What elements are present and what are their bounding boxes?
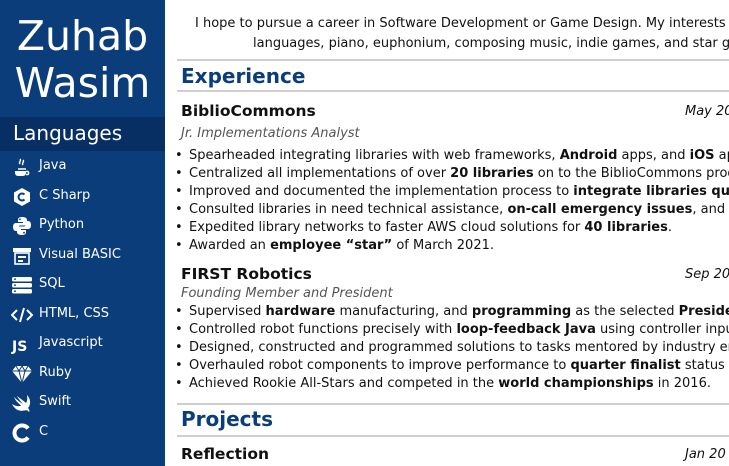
language-label: C <box>39 423 49 439</box>
bullet-item: Achieved Rookie All-Stars and competed i… <box>173 375 729 393</box>
language-label: Javascript <box>39 335 103 350</box>
code-icon <box>11 305 33 325</box>
entry-role: Jr. Implementations Analyst <box>181 126 360 141</box>
language-item-python: Python <box>0 211 165 241</box>
csharp-icon <box>11 187 33 207</box>
language-item-visual-basic: Visual BASIC <box>0 241 165 271</box>
bullet-item: Spearheaded integrating libraries with w… <box>173 147 729 165</box>
database-icon <box>11 275 33 295</box>
language-label: Java <box>39 158 67 173</box>
bullet-list-first-robotics: Supervised hardware manufacturing, and p… <box>173 303 729 394</box>
sidebar: Zuhab Wasim Languages Java C Sharp Pytho… <box>0 0 165 466</box>
bullet-list-bibliocommons: Spearheaded integrating libraries with w… <box>173 147 729 256</box>
python-icon <box>11 216 33 236</box>
intro-line-1: I hope to pursue a career in Software De… <box>195 16 729 31</box>
svg-text:JS: JS <box>11 339 27 354</box>
bullet-item: Consulted libraries in need technical as… <box>173 201 729 219</box>
bullet-item: Supervised hardware manufacturing, and p… <box>173 303 729 321</box>
bullet-item: Designed, constructed and programmed sol… <box>173 339 729 357</box>
entry-title-bibliocommons: BiblioCommons <box>181 102 316 120</box>
bullet-item: Improved and documented the implementati… <box>173 183 729 201</box>
projects-heading: Projects <box>181 407 274 431</box>
visual-basic-icon <box>11 246 33 266</box>
languages-list: Java C Sharp Python Visual BASIC SQL HTM… <box>0 152 165 447</box>
bullet-item: Controlled robot functions precisely wit… <box>173 321 729 339</box>
language-item-sql: SQL <box>0 270 165 300</box>
language-label: C Sharp <box>39 187 91 203</box>
c-icon <box>11 423 33 443</box>
language-item-java: Java <box>0 152 165 182</box>
swift-icon <box>11 393 33 413</box>
language-item-swift: Swift <box>0 388 165 418</box>
entry-date: Sep 20 <box>685 267 729 282</box>
resume-main: I hope to pursue a career in Software De… <box>165 0 729 466</box>
divider <box>177 90 729 92</box>
ruby-icon <box>11 364 33 384</box>
intro-line-2: languages, piano, euphonium, composing m… <box>253 36 729 51</box>
language-label: SQL <box>39 276 65 291</box>
languages-header: Languages <box>0 117 165 151</box>
divider <box>177 403 729 405</box>
language-item-csharp: C Sharp <box>0 182 165 212</box>
language-item-ruby: Ruby <box>0 359 165 389</box>
divider <box>177 59 729 61</box>
language-label: HTML, CSS <box>39 305 110 321</box>
bullet-item: Overhauled robot components to improve p… <box>173 357 729 375</box>
javascript-icon: JS <box>11 334 33 354</box>
language-label: Swift <box>39 394 71 409</box>
language-label: Python <box>39 217 85 232</box>
first-name: Zuhab <box>16 12 149 60</box>
language-item-javascript: JS Javascript <box>0 329 165 359</box>
entry-date: Jan 20 <box>685 447 726 462</box>
bullet-item: Awarded an employee “star” of March 2021… <box>173 237 729 255</box>
bullet-item: Expedited library networks to faster AWS… <box>173 219 729 237</box>
language-item-html-css: HTML, CSS <box>0 300 165 330</box>
last-name: Wasim <box>14 59 151 107</box>
bullet-item: Centralized all implementations of over … <box>173 165 729 183</box>
language-item-c: C <box>0 418 165 448</box>
language-label: Visual BASIC <box>39 246 121 262</box>
divider <box>177 435 729 437</box>
languages-heading: Languages <box>13 121 123 145</box>
entry-title-first-robotics: FIRST Robotics <box>181 265 312 283</box>
java-icon <box>11 157 33 177</box>
language-label: Ruby <box>39 364 72 380</box>
experience-heading: Experience <box>181 64 306 88</box>
entry-date: May 20 <box>685 104 729 119</box>
entry-title-reflection: Reflection <box>181 445 270 463</box>
entry-role: Founding Member and President <box>181 286 393 301</box>
